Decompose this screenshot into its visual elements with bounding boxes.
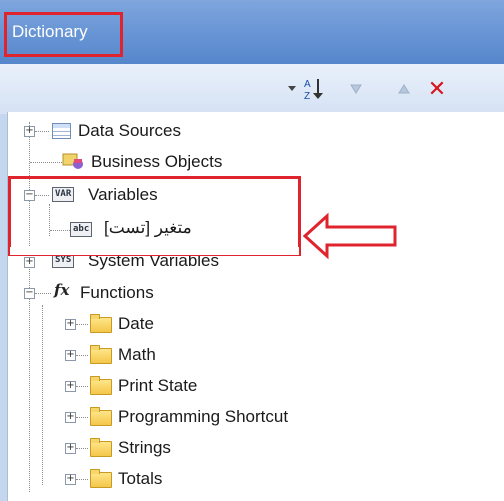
- folder-icon: [90, 469, 112, 488]
- highlight-mask: [10, 247, 299, 255]
- move-up-icon[interactable]: [394, 78, 414, 100]
- svg-text:A: A: [304, 79, 311, 90]
- expand-icon[interactable]: +: [24, 257, 35, 268]
- collapse-icon[interactable]: −: [24, 288, 35, 299]
- expand-icon[interactable]: +: [65, 319, 76, 330]
- tree-item-label: Programming Shortcut: [118, 407, 289, 426]
- delete-icon[interactable]: ✕: [426, 77, 448, 102]
- functions-icon: fx: [54, 281, 70, 299]
- dropdown-arrow-icon[interactable]: [285, 78, 299, 100]
- tree-item-label: Date: [118, 314, 154, 333]
- folder-icon: [90, 438, 112, 457]
- tree-connector-line: [76, 479, 88, 480]
- tree-connector-line: [76, 386, 88, 387]
- tree-item-label: Print State: [118, 376, 198, 395]
- tree-connector-line: [42, 305, 43, 485]
- sort-az-button[interactable]: A Z: [302, 78, 336, 101]
- pointer-arrow-icon: [303, 212, 397, 260]
- tree-item-folder[interactable]: Totals: [118, 466, 162, 492]
- expand-icon[interactable]: +: [24, 126, 35, 137]
- tree-item-label: Business Objects: [91, 152, 223, 171]
- tree-connector-line: [76, 448, 88, 449]
- expand-icon[interactable]: +: [65, 412, 76, 423]
- tree-connector-line: [76, 417, 88, 418]
- expand-icon[interactable]: +: [65, 443, 76, 454]
- tree-item-data-sources[interactable]: Data Sources: [78, 118, 181, 144]
- tree-item-functions[interactable]: Functions: [80, 280, 154, 306]
- business-objects-icon: [62, 151, 84, 171]
- folder-icon: [90, 314, 112, 333]
- tree-connector-line: [35, 293, 51, 294]
- expand-icon[interactable]: +: [65, 381, 76, 392]
- tree-item-business-objects[interactable]: Business Objects: [91, 149, 222, 175]
- tree-connector-line: [76, 355, 88, 356]
- folder-icon: [90, 345, 112, 364]
- tree-connector-line: [76, 324, 88, 325]
- tree-item-folder[interactable]: Programming Shortcut: [118, 404, 288, 430]
- expand-icon[interactable]: +: [65, 350, 76, 361]
- tree-connector-line: [35, 131, 49, 132]
- tree-connector-line: [30, 162, 62, 163]
- tree-item-label: Math: [118, 345, 156, 364]
- svg-text:Z: Z: [304, 91, 310, 101]
- dictionary-tree-panel: + Data Sources Business Objects − VAR Va…: [7, 112, 504, 501]
- tree-item-folder[interactable]: Strings: [118, 435, 171, 461]
- tree-item-label: Functions: [80, 283, 154, 302]
- expand-icon[interactable]: +: [65, 474, 76, 485]
- data-sources-icon: [52, 123, 71, 139]
- tree-item-folder[interactable]: Math: [118, 342, 156, 368]
- tree-item-label: Data Sources: [78, 121, 181, 140]
- tree-item-label: Totals: [118, 469, 163, 488]
- tree-item-label: Strings: [118, 438, 171, 457]
- variables-highlight-box: [8, 176, 301, 256]
- title-highlight-box: [4, 12, 123, 57]
- tree-item-folder[interactable]: Print State: [118, 373, 197, 399]
- folder-icon: [90, 407, 112, 426]
- tree-item-folder[interactable]: Date: [118, 311, 154, 337]
- move-down-icon[interactable]: [346, 78, 366, 100]
- folder-icon: [90, 376, 112, 395]
- dictionary-toolbar: A Z ✕: [0, 64, 504, 114]
